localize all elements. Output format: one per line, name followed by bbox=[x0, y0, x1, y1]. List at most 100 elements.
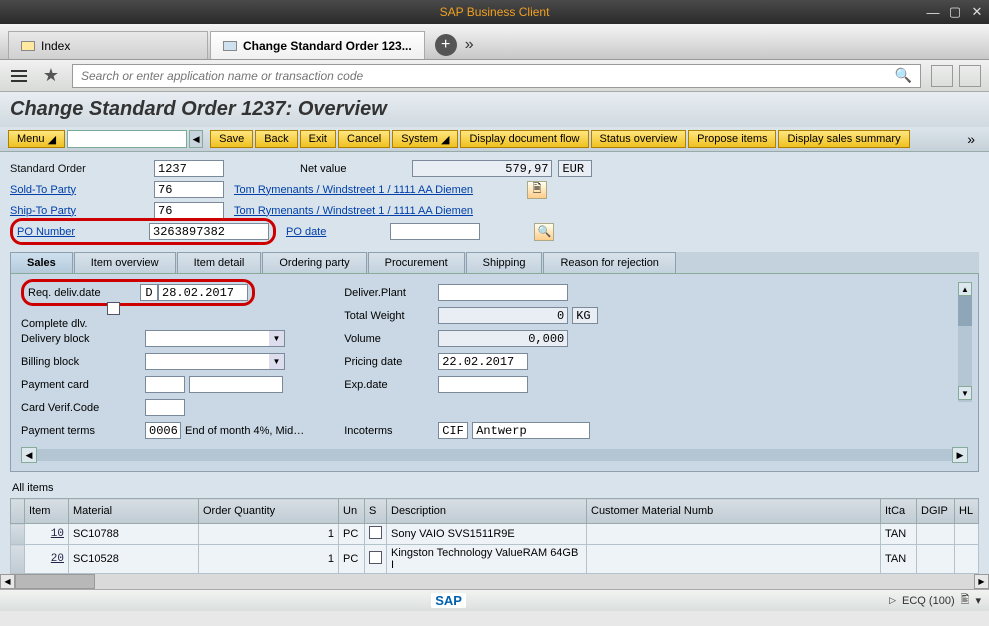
status-overview-button[interactable]: Status overview bbox=[591, 130, 687, 148]
payment-terms-field[interactable] bbox=[145, 422, 181, 439]
table-row[interactable]: 20 SC10528 1 PC Kingston Technology Valu… bbox=[11, 545, 979, 574]
col-hl[interactable]: HL bbox=[955, 499, 979, 524]
cell-s[interactable] bbox=[365, 545, 387, 574]
cell-custmat[interactable] bbox=[587, 524, 881, 545]
sold-to-label[interactable]: Sold-To Party bbox=[10, 184, 150, 196]
sold-to-link[interactable]: Tom Rymenants / Windstreet 1 / 1111 AA D… bbox=[234, 184, 473, 196]
tab-shipping[interactable]: Shipping bbox=[466, 252, 543, 273]
req-deliv-date-field[interactable] bbox=[158, 284, 248, 301]
more-tabs-icon[interactable]: » bbox=[465, 36, 474, 54]
std-order-field[interactable] bbox=[154, 160, 224, 177]
minimize-icon[interactable]: — bbox=[925, 4, 941, 20]
search-input[interactable] bbox=[81, 69, 895, 83]
close-icon[interactable]: ✕ bbox=[969, 4, 985, 20]
table-row[interactable]: 10 SC10788 1 PC Sony VAIO SVS1511R9E TAN bbox=[11, 524, 979, 545]
col-un[interactable]: Un bbox=[339, 499, 365, 524]
page-scroll-left-icon[interactable]: ◀ bbox=[0, 574, 15, 589]
status-arrow-icon[interactable]: ▷ bbox=[889, 595, 896, 606]
ship-to-field[interactable] bbox=[154, 202, 224, 219]
incoterms-loc-field[interactable] bbox=[472, 422, 590, 439]
menu-button[interactable]: Menu ◢ bbox=[8, 130, 65, 148]
col-qty[interactable]: Order Quantity bbox=[199, 499, 339, 524]
incoterms-field[interactable] bbox=[438, 422, 468, 439]
col-custmat[interactable]: Customer Material Numb bbox=[587, 499, 881, 524]
col-dgip[interactable]: DGIP bbox=[917, 499, 955, 524]
po-number-field[interactable] bbox=[149, 223, 269, 240]
page-scroll-track[interactable] bbox=[15, 574, 974, 589]
nav-back-icon[interactable]: ◀ bbox=[189, 130, 203, 148]
document-icon[interactable]: 🗎 bbox=[527, 181, 547, 199]
propose-items-button[interactable]: Propose items bbox=[688, 130, 776, 148]
tab-ordering-party[interactable]: Ordering party bbox=[262, 252, 366, 273]
cell-material[interactable]: SC10788 bbox=[69, 524, 199, 545]
search-help-icon[interactable]: 🔍 bbox=[534, 223, 554, 241]
col-material[interactable]: Material bbox=[69, 499, 199, 524]
back-button[interactable]: Back bbox=[255, 130, 297, 148]
panel-toggle-1[interactable] bbox=[931, 65, 953, 87]
cell-item[interactable]: 10 bbox=[25, 524, 69, 545]
delivery-block-dropdown[interactable]: ▼ bbox=[145, 330, 285, 347]
cell-custmat[interactable] bbox=[587, 545, 881, 574]
cell-desc[interactable]: Sony VAIO SVS1511R9E bbox=[387, 524, 587, 545]
hscroll-track[interactable] bbox=[37, 449, 952, 461]
tab-index[interactable]: Index bbox=[8, 31, 208, 59]
panel-hscroll[interactable]: ◀ ▶ bbox=[21, 447, 968, 463]
cell-itca[interactable]: TAN bbox=[881, 524, 917, 545]
tab-procurement[interactable]: Procurement bbox=[368, 252, 465, 273]
tab-item-detail[interactable]: Item detail bbox=[177, 252, 262, 273]
row-selector[interactable] bbox=[11, 524, 25, 545]
command-field[interactable] bbox=[67, 130, 187, 148]
panel-vscroll[interactable]: ▲ ▼ bbox=[958, 282, 972, 402]
pricing-date-field[interactable] bbox=[438, 353, 528, 370]
cancel-button[interactable]: Cancel bbox=[338, 130, 390, 148]
page-scroll-thumb[interactable] bbox=[15, 574, 95, 589]
cell-s[interactable] bbox=[365, 524, 387, 545]
cell-un[interactable]: PC bbox=[339, 545, 365, 574]
cell-qty[interactable]: 1 bbox=[199, 524, 339, 545]
cell-dgip[interactable] bbox=[917, 545, 955, 574]
ship-to-link[interactable]: Tom Rymenants / Windstreet 1 / 1111 AA D… bbox=[234, 205, 473, 217]
deliver-plant-field[interactable] bbox=[438, 284, 568, 301]
cell-material[interactable]: SC10528 bbox=[69, 545, 199, 574]
scroll-up-icon[interactable]: ▲ bbox=[958, 282, 972, 296]
col-item[interactable]: Item bbox=[25, 499, 69, 524]
payment-card-num-field[interactable] bbox=[189, 376, 283, 393]
page-hscroll[interactable]: ◀ ▶ bbox=[0, 574, 989, 589]
po-date-label[interactable]: PO date bbox=[286, 226, 326, 238]
col-itca[interactable]: ItCa bbox=[881, 499, 917, 524]
system-button[interactable]: System ◢ bbox=[392, 130, 458, 148]
tab-rejection[interactable]: Reason for rejection bbox=[543, 252, 675, 273]
s-checkbox[interactable] bbox=[369, 526, 382, 539]
maximize-icon[interactable]: ▢ bbox=[947, 4, 963, 20]
tab-item-overview[interactable]: Item overview bbox=[74, 252, 176, 273]
row-selector[interactable] bbox=[11, 545, 25, 574]
scroll-thumb[interactable] bbox=[958, 296, 972, 326]
col-s[interactable]: S bbox=[365, 499, 387, 524]
req-deliv-type-field[interactable] bbox=[140, 284, 158, 301]
exit-button[interactable]: Exit bbox=[300, 130, 336, 148]
more-actions-icon[interactable]: » bbox=[967, 131, 981, 147]
card-verif-field[interactable] bbox=[145, 399, 185, 416]
col-selector[interactable] bbox=[11, 499, 25, 524]
exp-date-field[interactable] bbox=[438, 376, 528, 393]
page-scroll-right-icon[interactable]: ▶ bbox=[974, 574, 989, 589]
po-number-label[interactable]: PO Number bbox=[17, 226, 149, 238]
save-button[interactable]: Save bbox=[210, 130, 253, 148]
payment-card-field[interactable] bbox=[145, 376, 185, 393]
scroll-down-icon[interactable]: ▼ bbox=[958, 386, 972, 400]
cell-item[interactable]: 20 bbox=[25, 545, 69, 574]
display-flow-button[interactable]: Display document flow bbox=[460, 130, 588, 148]
ship-to-label[interactable]: Ship-To Party bbox=[10, 205, 150, 217]
cell-qty[interactable]: 1 bbox=[199, 545, 339, 574]
sales-summary-button[interactable]: Display sales summary bbox=[778, 130, 909, 148]
search-box[interactable]: 🔍 bbox=[72, 64, 921, 88]
cell-un[interactable]: PC bbox=[339, 524, 365, 545]
complete-dlv-checkbox[interactable] bbox=[107, 302, 120, 315]
scroll-right-icon[interactable]: ▶ bbox=[952, 447, 968, 463]
cell-dgip[interactable] bbox=[917, 524, 955, 545]
tab-sales[interactable]: Sales bbox=[10, 252, 73, 273]
favorite-icon[interactable]: ★ bbox=[40, 65, 62, 87]
cell-hl[interactable] bbox=[955, 545, 979, 574]
s-checkbox[interactable] bbox=[369, 551, 382, 564]
tab-change-order[interactable]: Change Standard Order 123... bbox=[210, 31, 425, 59]
